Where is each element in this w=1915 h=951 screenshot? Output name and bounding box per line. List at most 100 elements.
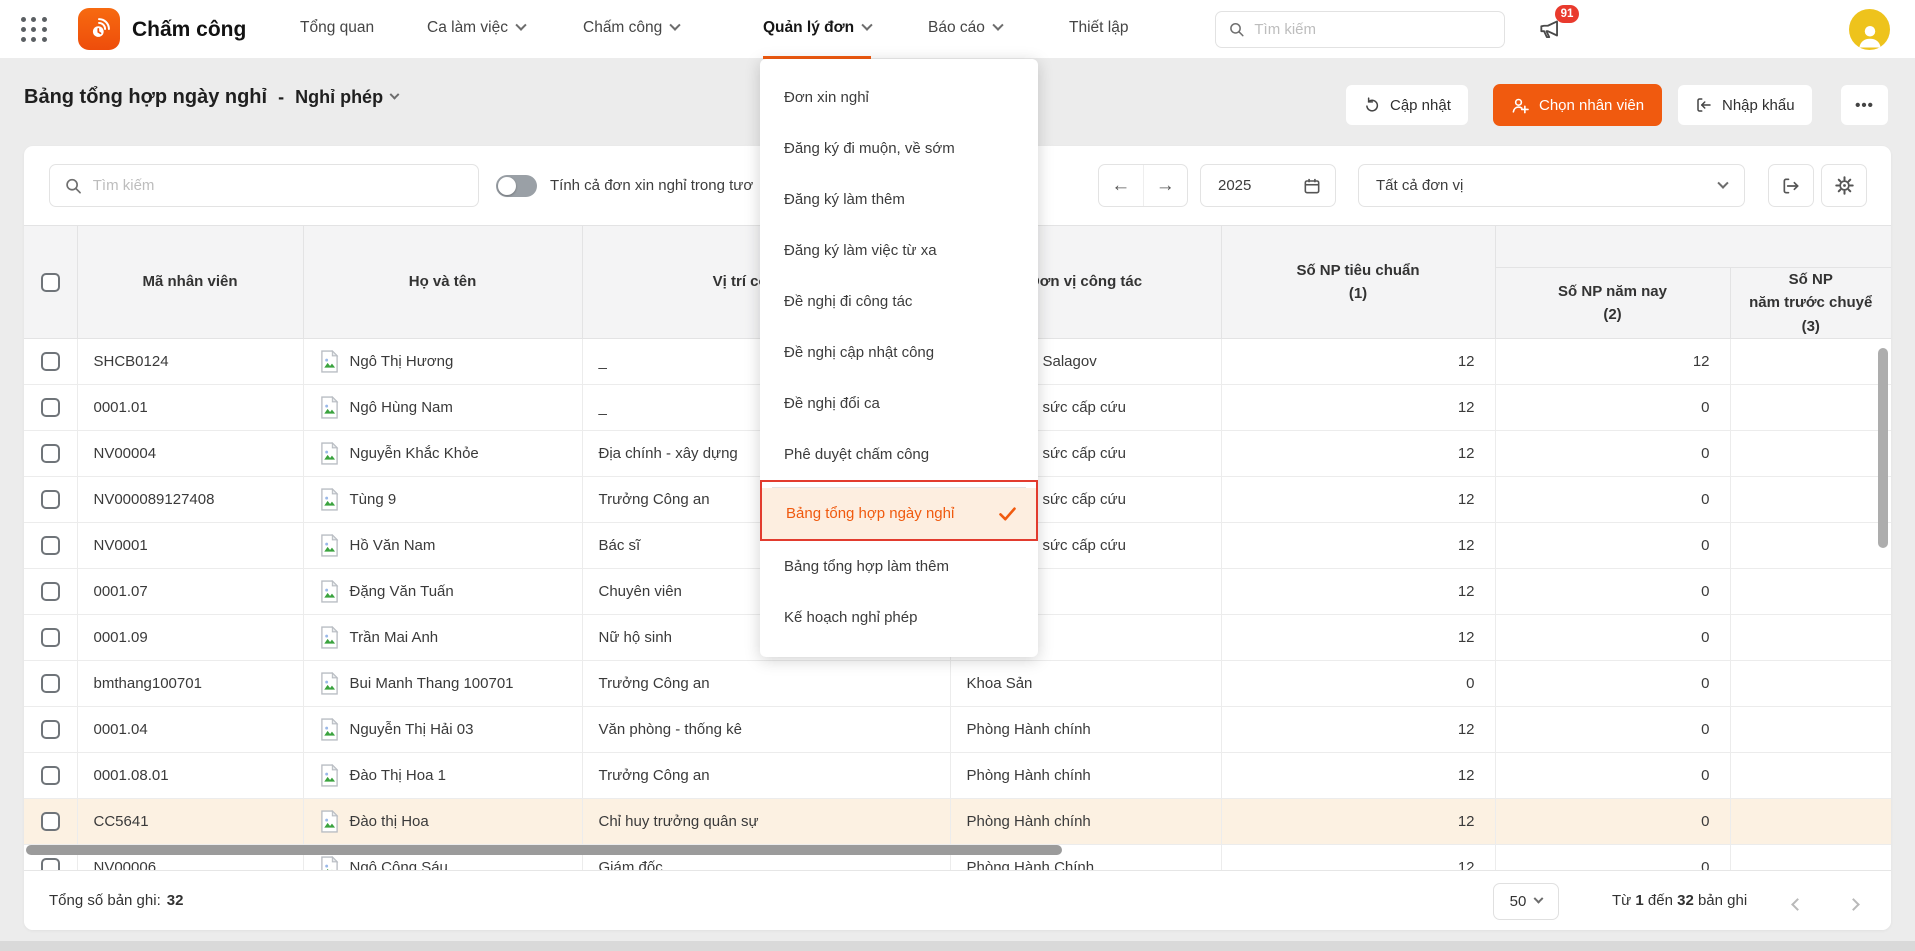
row-checkbox[interactable] <box>41 720 60 739</box>
row-checkbox[interactable] <box>41 444 60 463</box>
row-checkbox[interactable] <box>41 812 60 831</box>
avatar[interactable] <box>1849 9 1890 50</box>
year-value: 2025 <box>1218 177 1251 194</box>
export-button[interactable] <box>1768 164 1814 207</box>
select-all-checkbox[interactable] <box>41 273 60 292</box>
row-checkbox[interactable] <box>41 674 60 693</box>
row-checkbox[interactable] <box>41 582 60 601</box>
header-code: Mã nhân viên <box>77 226 303 339</box>
broken-image-icon <box>320 764 339 787</box>
vertical-scrollbar[interactable] <box>1878 348 1888 548</box>
cell-np-standard: 12 <box>1221 338 1495 384</box>
next-year-button[interactable]: → <box>1144 165 1188 206</box>
chevron-down-icon <box>992 20 1003 31</box>
cell-np-year: 0 <box>1495 614 1730 660</box>
page-title: Bảng tổng hợp ngày nghỉ - Nghỉ phép <box>24 86 398 109</box>
row-checkbox[interactable] <box>41 536 60 555</box>
employee-name-text: Ngô Công Sáu <box>350 859 448 870</box>
header-np-standard-line1: Số NP tiêu chuẩn <box>1222 259 1495 282</box>
menu-item-selected[interactable]: Bảng tổng hợp ngày nghỉ <box>762 488 1036 539</box>
cell-select <box>24 568 77 614</box>
future-leave-toggle[interactable] <box>496 175 537 197</box>
employee-name-text: Ngô Hùng Nam <box>350 399 453 416</box>
menu-item[interactable]: Kế hoạch nghỉ phép <box>760 592 1038 643</box>
app-logo-icon[interactable] <box>78 8 120 50</box>
menu-item[interactable]: Đề nghị cập nhật công <box>760 327 1038 378</box>
cell-employee-name: Tùng 9 <box>303 476 582 522</box>
row-checkbox[interactable] <box>41 398 60 417</box>
global-search[interactable] <box>1215 11 1505 48</box>
import-button[interactable]: Nhập khẩu <box>1677 84 1813 126</box>
menu-item[interactable]: Phê duyệt chấm công <box>760 429 1038 480</box>
prev-page-button[interactable] <box>1793 896 1802 914</box>
row-checkbox[interactable] <box>41 766 60 785</box>
menu-item[interactable]: Bảng tổng hợp làm thêm <box>760 541 1038 592</box>
horizontal-scrollbar[interactable] <box>26 845 1062 855</box>
header-np-prev-line3: (3) <box>1731 315 1892 338</box>
cell-select <box>24 384 77 430</box>
cell-unit: Phòng Hành chính <box>950 706 1221 752</box>
cell-employee-name: Nguyễn Thị Hải 03 <box>303 706 582 752</box>
settings-button[interactable] <box>1821 164 1867 207</box>
header-np-prev-line2: năm trước chuyể <box>1731 291 1892 314</box>
nav-item-1[interactable]: Tổng quan <box>300 0 374 59</box>
cell-select <box>24 338 77 384</box>
range-to-word: đến <box>1648 892 1673 909</box>
choose-employee-label: Chọn nhân viên <box>1539 97 1644 114</box>
row-checkbox[interactable] <box>41 628 60 647</box>
employee-name-text: Đặng Văn Tuấn <box>350 583 454 600</box>
cell-select <box>24 752 77 798</box>
import-button-label: Nhập khẩu <box>1722 97 1795 114</box>
nav-item-5[interactable]: Báo cáo <box>928 0 1002 59</box>
year-picker[interactable]: 2025 <box>1200 164 1336 207</box>
cell-np-standard: 12 <box>1221 752 1495 798</box>
page-size-select[interactable]: 50 <box>1493 883 1559 920</box>
row-checkbox[interactable] <box>41 490 60 509</box>
row-checkbox[interactable] <box>41 352 60 371</box>
cell-np-year: 0 <box>1495 476 1730 522</box>
unit-filter-select[interactable]: Tất cả đơn vị <box>1358 164 1745 207</box>
view-selector[interactable]: Nghỉ phép <box>295 87 398 108</box>
app-title: Chấm công <box>132 0 246 59</box>
future-leave-toggle-label: Tính cả đơn xin nghỉ trong tươ <box>550 164 753 207</box>
cell-np-year: 12 <box>1495 338 1730 384</box>
year-stepper: ← → <box>1098 164 1188 207</box>
employee-name-text: Nguyễn Thị Hải 03 <box>350 721 474 738</box>
menu-item[interactable]: Đề nghị đổi ca <box>760 378 1038 429</box>
nav-item-6[interactable]: Thiết lập <box>1069 0 1128 59</box>
cell-np-standard: 12 <box>1221 798 1495 844</box>
cell-employee-name: Ngô Hùng Nam <box>303 384 582 430</box>
cell-np-standard: 12 <box>1221 568 1495 614</box>
nav-item-3[interactable]: Chấm công <box>583 0 679 59</box>
cell-np-prev <box>1730 476 1891 522</box>
cell-np-year: 0 <box>1495 706 1730 752</box>
cell-employee-code: bmthang100701 <box>77 660 303 706</box>
menu-item[interactable]: Đăng ký làm việc từ xa <box>760 225 1038 276</box>
menu-item[interactable]: Đăng ký đi muộn, về sớm <box>760 123 1038 174</box>
broken-image-icon <box>320 672 339 695</box>
more-actions-button[interactable]: ••• <box>1840 84 1889 126</box>
prev-year-button[interactable]: ← <box>1099 165 1144 206</box>
app-grid-icon[interactable] <box>21 17 48 43</box>
cell-employee-name: Hồ Văn Nam <box>303 522 582 568</box>
table-search-input[interactable] <box>93 177 463 194</box>
nav-item-4[interactable]: Quản lý đơn <box>763 0 871 59</box>
next-page-button[interactable] <box>1849 896 1858 914</box>
menu-item[interactable]: Đơn xin nghỉ <box>760 72 1038 123</box>
menu-item[interactable]: Đăng ký làm thêm <box>760 174 1038 225</box>
cell-select <box>24 522 77 568</box>
cell-np-year: 0 <box>1495 568 1730 614</box>
cell-unit: Khoa Sản <box>950 660 1221 706</box>
table-search[interactable] <box>49 164 479 207</box>
table-row: CC5641 Đào thị HoaChỉ huy trưởng quân sự… <box>24 798 1891 844</box>
nav-item-2[interactable]: Ca làm việc <box>427 0 525 59</box>
cell-employee-code: 0001.08.01 <box>77 752 303 798</box>
row-checkbox[interactable] <box>41 858 60 870</box>
update-button[interactable]: Cập nhật <box>1345 84 1469 126</box>
cell-np-prev <box>1730 706 1891 752</box>
global-search-input[interactable] <box>1254 21 1491 38</box>
employee-name-text: Nguyễn Khắc Khỏe <box>350 445 479 462</box>
choose-employee-button[interactable]: Chọn nhân viên <box>1493 84 1662 126</box>
menu-item[interactable]: Đề nghị đi công tác <box>760 276 1038 327</box>
employee-name-text: Đào thị Hoa <box>350 813 429 830</box>
